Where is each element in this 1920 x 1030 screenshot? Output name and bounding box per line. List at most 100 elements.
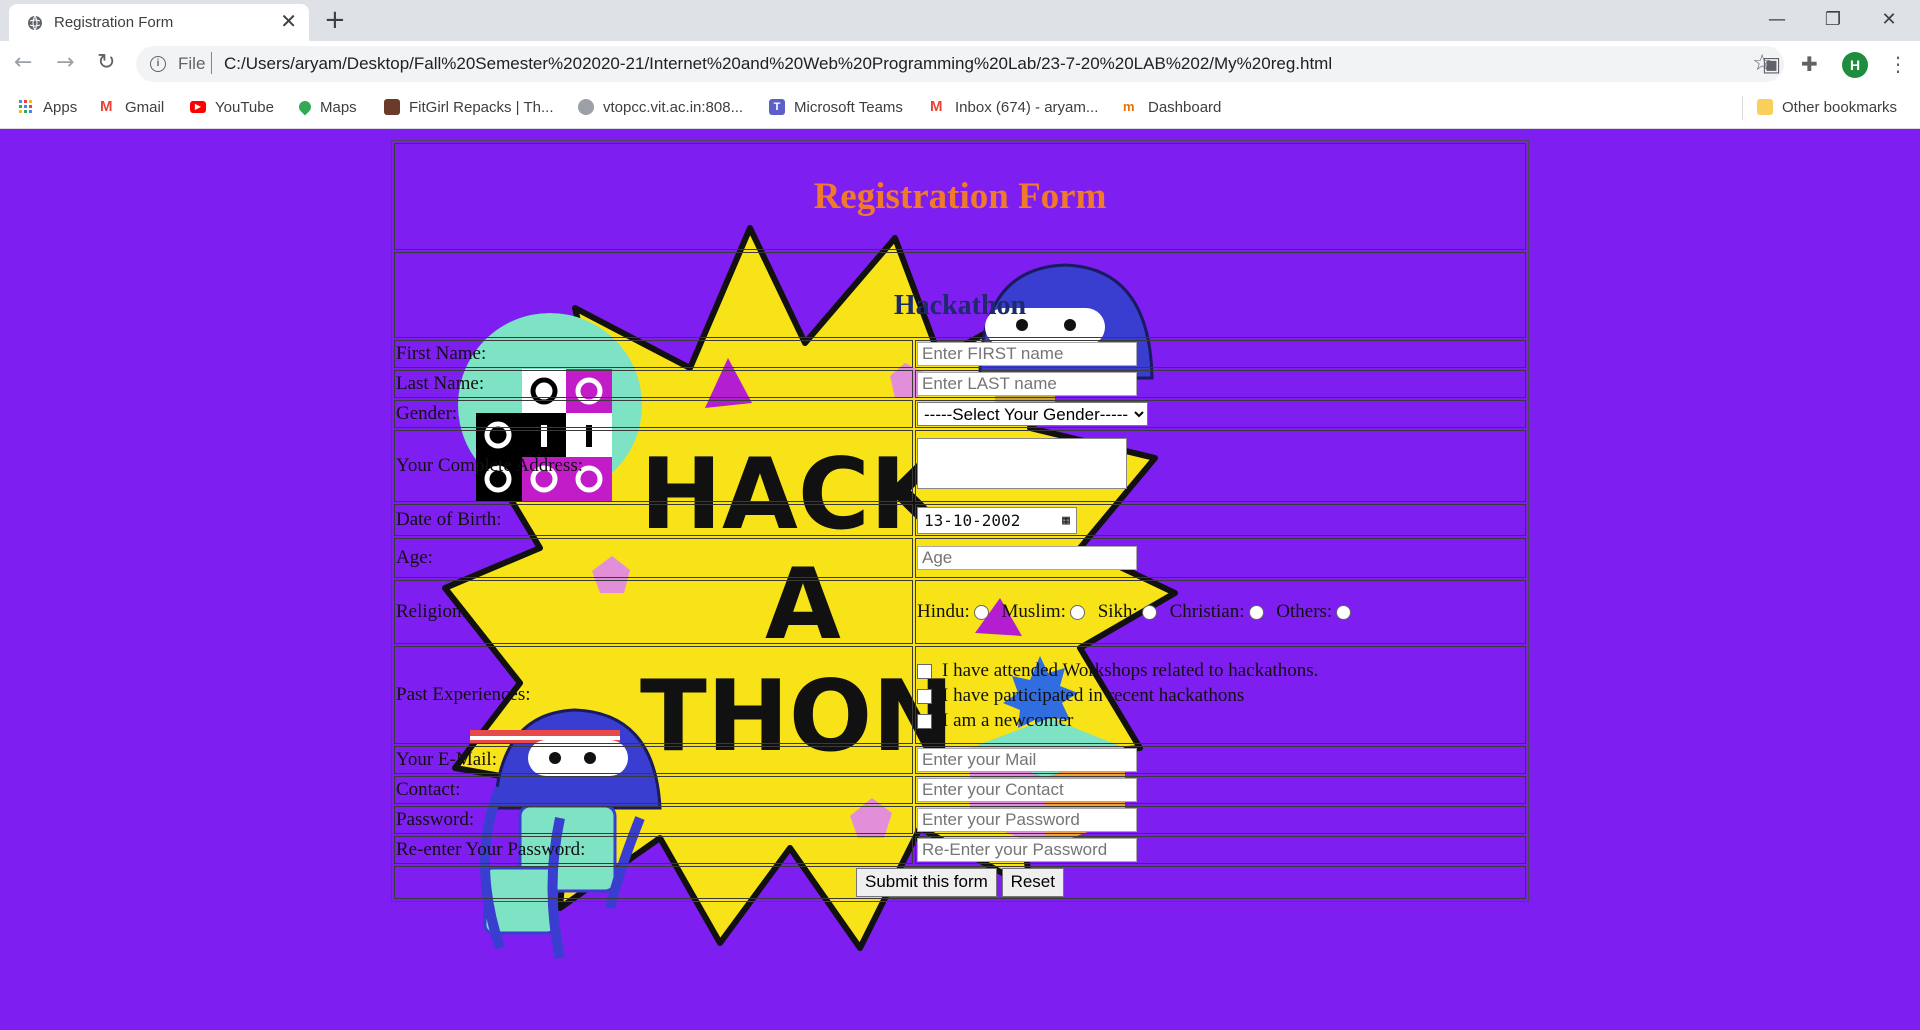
youtube-icon: ▶ bbox=[190, 101, 206, 113]
site-icon bbox=[384, 99, 400, 115]
first-name-input[interactable] bbox=[917, 342, 1137, 366]
religion-options: Hindu: Muslim: Sikh: Christian: Others: bbox=[915, 580, 1526, 644]
religion-option-label: Hindu: bbox=[917, 601, 970, 622]
extension-icon[interactable]: ▣ bbox=[1762, 53, 1781, 75]
bookmark-maps[interactable]: Maps bbox=[296, 95, 357, 119]
bookmark-label: Inbox (674) - aryam... bbox=[955, 98, 1099, 116]
title-cell: Registration Form bbox=[394, 143, 1526, 250]
experience-checkbox-workshops[interactable] bbox=[917, 663, 932, 679]
password-label: Password: bbox=[394, 806, 913, 834]
reload-icon[interactable]: ↻ bbox=[97, 51, 115, 75]
experience-option-label: I have participated in recent hackathons bbox=[942, 684, 1245, 706]
forward-icon[interactable]: → bbox=[56, 51, 74, 75]
experience-checkbox-newcomer[interactable] bbox=[917, 713, 932, 729]
bookmark-label: Microsoft Teams bbox=[794, 98, 903, 116]
bookmark-inbox[interactable]: M Inbox (674) - aryam... bbox=[930, 95, 1098, 119]
bookmark-fitgirl[interactable]: FitGirl Repacks | Th... bbox=[384, 95, 554, 119]
contact-input[interactable] bbox=[917, 778, 1137, 802]
dob-value: 13-10-2002 bbox=[924, 510, 1021, 530]
bookmark-label: Dashboard bbox=[1148, 98, 1222, 116]
submit-button[interactable]: Submit this form bbox=[856, 868, 997, 897]
puzzle-icon[interactable]: ✚ bbox=[1801, 53, 1818, 75]
bookmark-label: vtopcc.vit.ac.in:808... bbox=[603, 98, 744, 116]
religion-radio-sikh[interactable] bbox=[1141, 605, 1157, 621]
bookmark-label: Apps bbox=[43, 98, 78, 116]
experience-option-label: I have attended Workshops related to hac… bbox=[942, 659, 1319, 681]
actions-cell: Submit this form Reset bbox=[394, 866, 1526, 899]
religion-option-label: Christian: bbox=[1169, 601, 1245, 622]
bookmark-apps[interactable]: Apps bbox=[18, 95, 77, 119]
gmail-icon: M bbox=[930, 98, 943, 115]
experience-option-label: I am a newcomer bbox=[942, 709, 1074, 731]
gender-select[interactable]: -----Select Your Gender----- bbox=[917, 402, 1148, 426]
bookmarks-bar: Apps M Gmail ▶ YouTube Maps FitGirl Repa… bbox=[0, 88, 1920, 129]
bookmark-youtube[interactable]: ▶ YouTube bbox=[190, 95, 274, 119]
maps-icon bbox=[296, 98, 314, 116]
password-input[interactable] bbox=[917, 808, 1137, 832]
address-bar[interactable]: i File C:/Users/aryam/Desktop/Fall%20Sem… bbox=[136, 46, 1784, 82]
email-label: Your E-Mail: bbox=[394, 746, 913, 774]
info-icon[interactable]: i bbox=[150, 56, 166, 72]
reset-button[interactable]: Reset bbox=[1001, 868, 1064, 897]
avatar[interactable]: H bbox=[1842, 52, 1868, 78]
dob-label: Date of Birth: bbox=[394, 504, 913, 536]
bookmark-dashboard[interactable]: m Dashboard bbox=[1123, 95, 1221, 119]
file-label: File bbox=[178, 54, 206, 73]
bookmark-vtop[interactable]: vtopcc.vit.ac.in:808... bbox=[578, 95, 743, 119]
bookmark-label: YouTube bbox=[215, 98, 274, 116]
back-icon[interactable]: ← bbox=[14, 51, 32, 75]
minimize-icon[interactable]: — bbox=[1754, 6, 1800, 34]
bookmark-label: Maps bbox=[320, 98, 357, 116]
teams-icon: T bbox=[769, 99, 785, 115]
calendar-icon[interactable]: ▦ bbox=[1062, 513, 1070, 528]
religion-radio-muslim[interactable] bbox=[1069, 605, 1085, 621]
religion-radio-hindu[interactable] bbox=[973, 605, 989, 621]
experience-label: Past Experiences: bbox=[394, 646, 913, 744]
page-subtitle: Hackathon bbox=[893, 290, 1027, 321]
age-label: Age: bbox=[394, 538, 913, 578]
religion-radio-others[interactable] bbox=[1336, 605, 1352, 621]
new-tab-icon[interactable]: + bbox=[324, 6, 346, 34]
url-text[interactable]: C:/Users/aryam/Desktop/Fall%20Semester%2… bbox=[224, 54, 1332, 74]
bookmark-other[interactable]: Other bookmarks bbox=[1757, 95, 1897, 119]
religion-option-label: Others: bbox=[1276, 601, 1333, 622]
repassword-label: Re-enter Your Password: bbox=[394, 836, 913, 864]
email-input[interactable] bbox=[917, 748, 1137, 772]
page-title: Registration Form bbox=[813, 176, 1107, 217]
experience-checkbox-participated[interactable] bbox=[917, 688, 932, 704]
close-tab-icon[interactable]: ✕ bbox=[280, 11, 297, 31]
religion-option-label: Muslim: bbox=[1001, 601, 1066, 622]
divider bbox=[211, 52, 212, 74]
bookmark-label: Gmail bbox=[125, 98, 165, 116]
apps-grid-icon bbox=[19, 100, 32, 113]
repassword-input[interactable] bbox=[917, 838, 1137, 862]
bookmark-gmail[interactable]: M Gmail bbox=[100, 95, 164, 119]
menu-icon[interactable]: ⋮ bbox=[1888, 53, 1908, 75]
last-name-label: Last Name: bbox=[394, 370, 913, 398]
browser-tab[interactable]: Registration Form ✕ bbox=[9, 4, 309, 41]
registration-table: Registration Form Hackathon First Name: … bbox=[391, 140, 1529, 902]
gmail-icon: M bbox=[100, 98, 113, 115]
last-name-input[interactable] bbox=[917, 372, 1137, 396]
folder-icon bbox=[1757, 99, 1773, 115]
first-name-label: First Name: bbox=[394, 340, 913, 368]
globe-icon bbox=[28, 15, 42, 31]
contact-label: Contact: bbox=[394, 776, 913, 804]
tab-strip: Registration Form ✕ + — ❐ ✕ bbox=[0, 0, 1920, 41]
bookmark-teams[interactable]: T Microsoft Teams bbox=[769, 95, 903, 119]
age-input[interactable] bbox=[917, 546, 1137, 570]
divider bbox=[1742, 96, 1743, 120]
restore-icon[interactable]: ❐ bbox=[1810, 6, 1856, 34]
religion-radio-christian[interactable] bbox=[1248, 605, 1264, 621]
toolbar: ← → ↻ i File C:/Users/aryam/Desktop/Fall… bbox=[0, 41, 1920, 88]
address-textarea[interactable] bbox=[917, 437, 1127, 489]
bookmark-label: FitGirl Repacks | Th... bbox=[409, 98, 554, 116]
experience-options: I have attended Workshops related to hac… bbox=[915, 646, 1526, 744]
close-window-icon[interactable]: ✕ bbox=[1866, 6, 1912, 34]
religion-label: Religion: bbox=[394, 580, 913, 644]
gender-label: Gender: bbox=[394, 400, 913, 428]
tab-title: Registration Form bbox=[54, 14, 174, 31]
dashboard-icon: m bbox=[1123, 99, 1135, 114]
dob-date-input[interactable]: 13-10-2002 ▦ bbox=[917, 506, 1077, 534]
bookmark-label: Other bookmarks bbox=[1782, 98, 1898, 116]
